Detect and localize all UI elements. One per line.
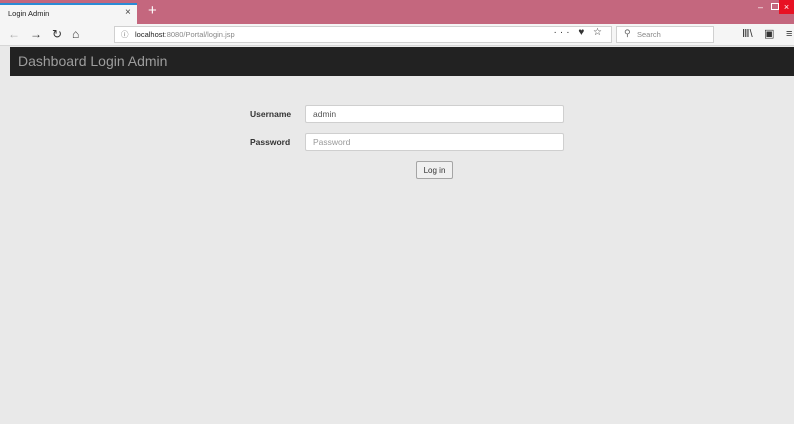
forward-icon[interactable]: → [30, 26, 42, 42]
page-actions-icon[interactable]: ··· ♥ ☆ [554, 27, 605, 38]
page-header: Dashboard Login Admin [10, 47, 794, 76]
sidebar-icon[interactable]: ▣ [764, 26, 774, 42]
minimize-icon[interactable]: – [758, 2, 763, 12]
browser-nav-bar: ← → ↻ ⌂ ⓘ localhost:8080/Portal/login.js… [0, 24, 794, 46]
maximize-icon[interactable] [771, 3, 779, 10]
login-button[interactable]: Log in [416, 161, 453, 179]
search-bar[interactable]: ⚲ Search [616, 26, 714, 43]
menu-icon[interactable]: ≡ [786, 26, 792, 42]
back-icon[interactable]: ← [8, 26, 20, 42]
tab-close-icon[interactable]: × [125, 7, 131, 18]
address-bar[interactable]: ⓘ localhost:8080/Portal/login.jsp ··· ♥ … [114, 26, 612, 43]
browser-tab-strip: Login Admin × + – × [0, 0, 794, 24]
url-text[interactable]: localhost:8080/Portal/login.jsp [135, 30, 235, 39]
search-icon: ⚲ [624, 28, 631, 38]
tab-title: Login Admin [8, 9, 50, 18]
username-input[interactable] [305, 105, 564, 123]
window-close-icon[interactable]: × [779, 0, 794, 14]
home-icon[interactable]: ⌂ [72, 26, 79, 42]
site-info-icon[interactable]: ⓘ [121, 29, 129, 40]
new-tab-button[interactable]: + [148, 3, 157, 19]
library-icon[interactable]: Ⅲ\ [742, 26, 753, 42]
password-label: Password [250, 137, 291, 147]
reload-icon[interactable]: ↻ [52, 26, 62, 42]
username-label: Username [250, 109, 292, 119]
search-placeholder: Search [637, 30, 661, 39]
browser-tab[interactable]: Login Admin × [0, 3, 137, 24]
password-input[interactable] [305, 133, 564, 151]
brand-title[interactable]: Dashboard Login Admin [18, 53, 167, 69]
page-body [10, 76, 794, 424]
